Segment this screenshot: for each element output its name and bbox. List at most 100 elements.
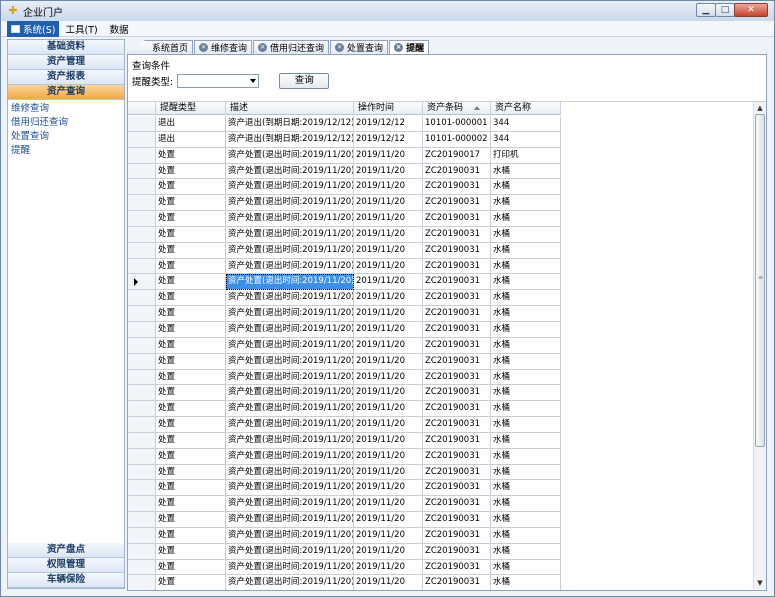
table-cell[interactable]: 资产处置(退出时间:2019/11/20) bbox=[226, 480, 354, 497]
table-cell[interactable]: 资产处置(退出时间:2019/11/20) bbox=[226, 211, 354, 227]
table-cell[interactable]: 水桶 bbox=[491, 226, 561, 243]
nav-link-2[interactable]: 借用归还查询 bbox=[8, 116, 124, 130]
row-header[interactable] bbox=[128, 527, 156, 544]
column-header-5[interactable]: 资产名称 bbox=[491, 102, 561, 115]
maximize-button[interactable]: □ bbox=[715, 3, 735, 17]
table-cell[interactable]: 处置 bbox=[156, 527, 226, 544]
table-row[interactable]: 处置 资产处置(退出时间:2019/11/20) 2019/11/20 ZC20190… bbox=[128, 306, 561, 322]
column-header-3[interactable]: 操作时间 bbox=[354, 102, 423, 115]
row-header[interactable] bbox=[128, 116, 156, 132]
column-header-2[interactable]: 描述 bbox=[226, 102, 354, 115]
table-row[interactable]: 处置 资产处置(退出时间:2019/11/20) 2019/11/20 ZC20190… bbox=[128, 543, 561, 560]
table-cell[interactable]: 水桶 bbox=[491, 274, 561, 291]
table-cell[interactable]: 资产处置(退出时间:2019/11/20) bbox=[226, 432, 354, 449]
table-cell[interactable]: 2019/11/20 bbox=[354, 401, 423, 418]
tab-4[interactable]: × 处置查询 bbox=[330, 40, 389, 54]
row-header[interactable] bbox=[128, 321, 156, 338]
table-cell[interactable]: 2019/11/20 bbox=[354, 211, 423, 227]
close-icon[interactable]: × bbox=[335, 43, 345, 52]
table-cell[interactable]: 2019/11/20 bbox=[354, 321, 423, 338]
table-cell[interactable]: 资产处置(退出时间:2019/11/20) bbox=[226, 195, 354, 212]
table-cell[interactable]: 资产处置(退出时间:2019/11/20) bbox=[226, 575, 354, 590]
row-header[interactable] bbox=[128, 464, 156, 481]
table-cell[interactable]: ZC20190031 bbox=[423, 575, 491, 590]
table-cell[interactable]: 2019/11/20 bbox=[354, 290, 423, 307]
table-cell[interactable]: 2019/11/20 bbox=[354, 559, 423, 576]
table-row[interactable]: 处置 资产处置(退出时间:2019/11/20) 2019/11/20 ZC20190… bbox=[128, 385, 561, 402]
table-cell[interactable]: 处置 bbox=[156, 179, 226, 196]
table-cell[interactable]: ZC20190031 bbox=[423, 385, 491, 402]
table-cell[interactable]: 资产处置(退出时间:2019/11/20) bbox=[226, 274, 354, 291]
row-header[interactable] bbox=[128, 480, 156, 497]
nav-section-4[interactable]: 资产查询 bbox=[8, 85, 124, 100]
row-header[interactable] bbox=[128, 448, 156, 465]
table-cell[interactable]: 2019/11/20 bbox=[354, 163, 423, 180]
table-cell[interactable]: ZC20190031 bbox=[423, 432, 491, 449]
table-cell[interactable]: 处置 bbox=[156, 512, 226, 528]
table-cell[interactable]: 水桶 bbox=[491, 242, 561, 259]
table-row[interactable]: 处置 资产处置(退出时间:2019/11/20) 2019/11/20 ZC20190… bbox=[128, 512, 561, 528]
table-cell[interactable]: 2019/11/20 bbox=[354, 543, 423, 560]
table-cell[interactable]: 2019/11/20 bbox=[354, 480, 423, 497]
table-cell[interactable]: 处置 bbox=[156, 258, 226, 275]
table-cell[interactable]: 资产处置(退出时间:2019/11/20) bbox=[226, 163, 354, 180]
row-header[interactable] bbox=[128, 353, 156, 370]
table-cell[interactable]: ZC20190017 bbox=[423, 147, 491, 164]
scroll-down-icon[interactable]: ▼ bbox=[754, 577, 766, 589]
table-cell[interactable]: 处置 bbox=[156, 496, 226, 513]
table-cell[interactable]: 资产处置(退出时间:2019/11/20) bbox=[226, 179, 354, 196]
table-cell[interactable]: 资产退出(到期日期:2019/12/12) bbox=[226, 131, 354, 148]
table-cell[interactable]: 处置 bbox=[156, 543, 226, 560]
table-cell[interactable]: 资产处置(退出时间:2019/11/20) bbox=[226, 559, 354, 576]
table-cell[interactable]: 水桶 bbox=[491, 527, 561, 544]
table-cell[interactable]: 10101-000001 bbox=[423, 116, 491, 132]
table-cell[interactable]: ZC20190031 bbox=[423, 353, 491, 370]
table-cell[interactable]: 处置 bbox=[156, 480, 226, 497]
table-row[interactable]: 处置 资产处置(退出时间:2019/11/20) 2019/11/20 ZC20190… bbox=[128, 337, 561, 354]
row-header[interactable] bbox=[128, 195, 156, 212]
table-cell[interactable]: 水桶 bbox=[491, 258, 561, 275]
table-row[interactable]: 处置 资产处置(退出时间:2019/11/20) 2019/11/20 ZC20190… bbox=[128, 353, 561, 370]
table-cell[interactable]: 2019/11/20 bbox=[354, 496, 423, 513]
table-cell[interactable]: 资产处置(退出时间:2019/11/20) bbox=[226, 321, 354, 338]
table-row[interactable]: 退出 资产退出(到期日期:2019/12/12) 2019/12/12 10101-0… bbox=[128, 116, 561, 132]
table-cell[interactable]: 处置 bbox=[156, 559, 226, 576]
menu-tools[interactable]: 工具(T) bbox=[59, 21, 103, 37]
table-cell[interactable]: ZC20190031 bbox=[423, 179, 491, 196]
table-cell[interactable]: 2019/11/20 bbox=[354, 274, 423, 291]
row-header[interactable] bbox=[128, 496, 156, 513]
table-cell[interactable]: ZC20190031 bbox=[423, 559, 491, 576]
table-cell[interactable]: 资产处置(退出时间:2019/11/20) bbox=[226, 385, 354, 402]
table-cell[interactable]: ZC20190031 bbox=[423, 274, 491, 291]
table-cell[interactable]: 344 bbox=[491, 116, 561, 132]
table-row[interactable]: 处置 资产处置(退出时间:2019/11/20) 2019/11/20 ZC20190… bbox=[128, 448, 561, 465]
table-cell[interactable]: 资产处置(退出时间:2019/11/20) bbox=[226, 147, 354, 164]
table-cell[interactable]: 水桶 bbox=[491, 211, 561, 227]
table-cell[interactable]: 处置 bbox=[156, 417, 226, 433]
table-cell[interactable]: 2019/11/20 bbox=[354, 369, 423, 386]
table-cell[interactable]: 水桶 bbox=[491, 163, 561, 180]
table-cell[interactable]: 10101-000002 bbox=[423, 131, 491, 148]
tab-1[interactable]: 系统首页 bbox=[127, 40, 194, 54]
table-row[interactable]: 处置 资产处置(退出时间:2019/11/20) 2019/11/20 ZC20190… bbox=[128, 242, 561, 259]
table-cell[interactable]: 水桶 bbox=[491, 575, 561, 590]
nav-link-1[interactable]: 维修查询 bbox=[8, 102, 124, 116]
table-cell[interactable]: 2019/11/20 bbox=[354, 195, 423, 212]
close-button[interactable]: ✕ bbox=[734, 3, 768, 17]
table-cell[interactable]: ZC20190031 bbox=[423, 464, 491, 481]
table-cell[interactable]: 处置 bbox=[156, 369, 226, 386]
table-row[interactable]: 处置 资产处置(退出时间:2019/11/20) 2019/11/20 ZC20190… bbox=[128, 163, 561, 180]
row-header[interactable] bbox=[128, 131, 156, 148]
table-cell[interactable]: 处置 bbox=[156, 242, 226, 259]
table-cell[interactable]: 资产处置(退出时间:2019/11/20) bbox=[226, 448, 354, 465]
table-cell[interactable]: 处置 bbox=[156, 575, 226, 590]
table-cell[interactable]: ZC20190031 bbox=[423, 417, 491, 433]
table-cell[interactable]: ZC20190031 bbox=[423, 321, 491, 338]
table-cell[interactable]: 打印机 bbox=[491, 147, 561, 164]
table-cell[interactable]: ZC20190031 bbox=[423, 290, 491, 307]
row-header[interactable] bbox=[128, 575, 156, 590]
table-cell[interactable]: 水桶 bbox=[491, 417, 561, 433]
table-row[interactable]: 处置 资产处置(退出时间:2019/11/20) 2019/11/20 ZC20190… bbox=[128, 575, 561, 590]
table-cell[interactable]: 资产处置(退出时间:2019/11/20) bbox=[226, 417, 354, 433]
table-cell[interactable]: 2019/12/12 bbox=[354, 116, 423, 132]
